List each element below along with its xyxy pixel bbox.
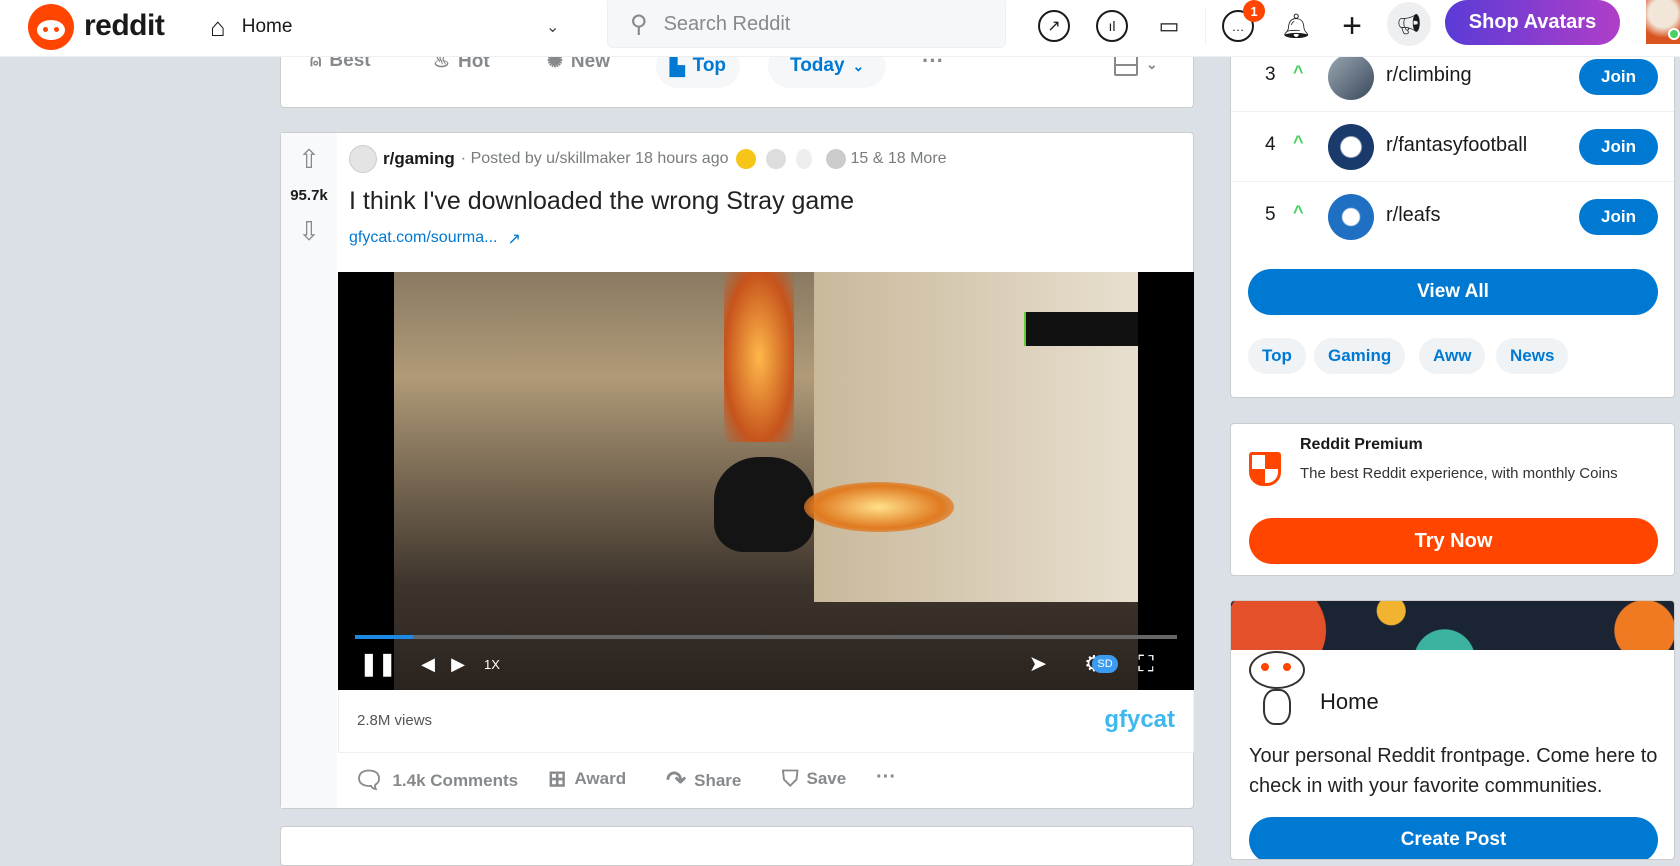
reddit-logo[interactable]: reddit [28,4,178,50]
posted-by[interactable]: · Posted by u/skillmaker 18 hours ago [461,150,729,168]
premium-description: The best Reddit experience, with monthly… [1300,465,1618,482]
premium-card: Reddit Premium The best Reddit experienc… [1230,423,1675,576]
premium-shield-icon [1249,452,1281,486]
chevron-down-icon: ⌄ [546,19,560,36]
step-forward-icon[interactable]: ▶ [446,652,470,676]
trend-up-icon: ^ [1293,62,1304,82]
gfycat-logo[interactable]: gfycat [1104,706,1175,734]
upvote-button[interactable]: ⇧ [293,143,325,175]
pause-icon[interactable]: ❚❚ [360,651,397,676]
bookmark-icon: ⛉ [782,766,799,791]
award-button[interactable]: ⊞ Award [548,766,626,792]
premium-title: Reddit Premium [1300,436,1423,453]
plus-icon[interactable]: + [1336,7,1368,45]
home-description: Your personal Reddit frontpage. Come her… [1249,745,1658,797]
top-header: reddit ⌂ Home ⌄ ⚲ Search Reddit ↗ ıl ▭ …… [0,0,1680,57]
space-banner [1231,601,1674,650]
shop-avatars-button[interactable]: Shop Avatars [1445,0,1620,45]
post-title[interactable]: I think I've downloaded the wrong Stray … [349,187,854,216]
video-footer: 2.8M views gfycat [338,690,1194,753]
tag-aww[interactable]: Aww [1419,338,1486,374]
comments-button[interactable]: 🗨︎ 1.4k Comments [354,766,518,795]
join-button[interactable]: Join [1579,129,1658,165]
home-icon: ⌂ [210,11,226,42]
share-icon: ↷ [666,767,687,794]
user-avatar[interactable] [1646,0,1680,44]
logo-text: reddit [84,9,165,42]
share-button[interactable]: ↷ Share [666,766,741,795]
feed-selector[interactable]: ⌂ Home ⌄ [210,8,570,46]
quality-badge[interactable]: SD [1092,655,1118,673]
popular-icon[interactable]: ↗ [1038,10,1070,42]
top-chart-icon: ▙ [670,55,685,77]
gift-icon: ⊞ [548,766,567,791]
award-icon[interactable] [826,149,847,169]
bell-icon[interactable]: 🔔︎ [1280,10,1312,42]
fullscreen-icon[interactable]: ⛶ [1132,650,1160,678]
next-post-card[interactable] [280,826,1194,866]
home-card: Home Your personal Reddit frontpage. Com… [1230,600,1675,860]
live-video-icon[interactable]: ▭ [1152,10,1186,42]
search-input[interactable]: ⚲ Search Reddit [607,0,1006,48]
trend-up-icon: ^ [1293,202,1304,222]
award-icon[interactable] [736,149,757,169]
home-title: Home [1320,689,1379,714]
award-icon[interactable] [766,149,787,169]
video-player[interactable]: ❚❚ ◀ ▶ 1X ➤ ⚙ SD ⛶ [338,272,1194,690]
all-icon[interactable]: ıl [1096,10,1128,42]
award-icon[interactable] [796,149,813,169]
tag-top[interactable]: Top [1248,338,1306,374]
community-avatar [1328,194,1374,240]
search-icon: ⚲ [630,10,648,38]
subreddit-icon[interactable] [349,145,377,173]
comment-icon: 🗨︎ [354,767,385,794]
post-link[interactable]: gfycat.com/sourma... ↗ [349,229,521,249]
vote-count: 95.7k [290,186,328,204]
view-all-button[interactable]: View All [1248,269,1658,315]
join-button[interactable]: Join [1579,199,1658,235]
online-status-dot [1668,28,1680,40]
snoo-illustration [1249,651,1309,731]
community-row[interactable]: 4 ^ r/fantasyfootball Join [1231,112,1674,182]
trend-up-icon: ^ [1293,132,1304,152]
post-meta: r/gaming · Posted by u/skillmaker 18 hou… [349,145,947,173]
community-avatar [1328,54,1374,100]
video-frame [394,272,1138,690]
try-now-button[interactable]: Try Now [1249,518,1658,564]
send-icon[interactable]: ➤ [1024,650,1052,678]
feed-label: Home [241,16,293,37]
view-count: 2.8M views [357,712,433,729]
tag-news[interactable]: News [1496,338,1569,374]
reddit-snoo-icon [28,4,74,50]
community-row[interactable]: 5 ^ r/leafs Join [1231,182,1674,252]
video-progress-fill [355,635,413,639]
step-back-icon[interactable]: ◀ [416,652,440,676]
post-more-button[interactable]: ··· [876,766,896,789]
video-progress-bar[interactable] [355,635,1177,639]
join-button[interactable]: Join [1579,59,1658,95]
chevron-down-icon: ⌄ [1146,55,1158,72]
downvote-button[interactable]: ⇩ [293,215,325,247]
post-card[interactable]: ⇧ 95.7k ⇩ r/gaming · Posted by u/skillma… [280,132,1194,809]
chevron-down-icon: ⌄ [852,57,865,74]
awards-count[interactable]: 15 & 18 More [850,150,946,168]
save-button[interactable]: ⛉ Save [782,766,846,792]
create-post-button[interactable]: Create Post [1249,817,1658,859]
subreddit-link[interactable]: r/gaming [383,149,455,169]
community-avatar [1328,124,1374,170]
megaphone-icon[interactable]: 📢︎ [1387,2,1431,46]
tag-gaming[interactable]: Gaming [1314,338,1406,374]
external-link-icon: ↗ [507,231,521,248]
notification-badge: 1 [1243,0,1265,22]
divider [1205,8,1206,44]
playback-speed[interactable]: 1X [480,652,504,676]
